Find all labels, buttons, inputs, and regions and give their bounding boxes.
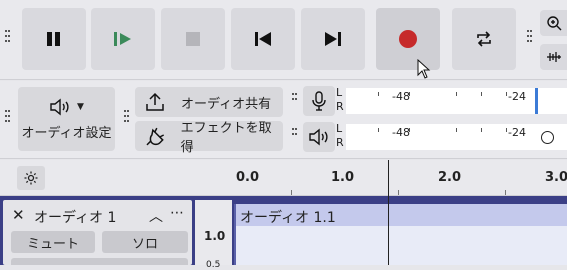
pause-button[interactable] xyxy=(22,8,86,70)
timeline-settings-button[interactable] xyxy=(17,166,45,190)
gear-icon xyxy=(24,171,38,185)
meter-right-label: R xyxy=(336,136,344,149)
audio-setup-button[interactable]: ▼ オーディオ設定 xyxy=(18,87,115,151)
timeline-ruler[interactable]: 0.0 1.0 2.0 3.0 xyxy=(195,160,567,196)
share-grip[interactable] xyxy=(123,110,129,122)
mute-button[interactable]: ミュート xyxy=(11,231,95,253)
ruler-tick-label: 3.0 xyxy=(545,170,567,185)
audio-setup-label: オーディオ設定 xyxy=(21,125,112,141)
meter-right-label: R xyxy=(336,100,344,113)
setup-grip[interactable] xyxy=(4,110,10,122)
amplitude-scale: 1.0 0.5 xyxy=(195,200,232,270)
loop-button[interactable] xyxy=(452,8,516,70)
transport-grip[interactable] xyxy=(4,30,10,42)
skip-to-end-button[interactable] xyxy=(301,8,365,70)
meter-tick-label: -48 xyxy=(392,90,410,103)
waveform-zoom-button[interactable] xyxy=(540,44,567,70)
record-meter[interactable]: L R -48 -24 xyxy=(336,86,567,118)
meter-tick-label: -24 xyxy=(508,126,526,139)
waveform-icon xyxy=(546,52,561,62)
playback-meter-grip[interactable] xyxy=(291,128,297,135)
dropdown-caret-icon: ▼ xyxy=(77,101,84,112)
play-icon xyxy=(114,32,131,46)
mouse-cursor-icon xyxy=(417,59,431,79)
record-icon xyxy=(399,30,417,48)
track-volume-slider[interactable] xyxy=(11,258,188,265)
scale-next-label: 0.5 xyxy=(206,260,221,270)
track-name[interactable]: オーディオ 1 xyxy=(34,207,116,227)
meter-left-label: L xyxy=(336,86,343,99)
meter-tick-label: -48 xyxy=(392,126,410,139)
close-icon[interactable]: ✕ xyxy=(12,206,25,224)
play-button[interactable] xyxy=(91,8,155,70)
stop-icon xyxy=(186,32,200,46)
scale-top-label: 1.0 xyxy=(204,229,226,243)
chevron-up-icon[interactable]: ︿ xyxy=(149,206,163,226)
mute-label: ミュート xyxy=(26,236,79,252)
playback-meter-button[interactable] xyxy=(303,122,335,152)
ruler-tick-label: 0.0 xyxy=(236,170,260,185)
share-audio-label: オーディオ共有 xyxy=(181,96,272,112)
meter-tick-label: -24 xyxy=(508,90,526,103)
volume-slider-thumb[interactable] xyxy=(541,131,554,144)
track-menu-icon[interactable]: ⋯ xyxy=(170,205,184,221)
tools-grip[interactable] xyxy=(526,30,532,42)
solo-button[interactable]: ソロ xyxy=(102,231,188,253)
get-effects-label: エフェクトを取得 xyxy=(180,121,272,155)
meter-level-indicator[interactable] xyxy=(535,88,538,114)
share-audio-button[interactable]: オーディオ共有 xyxy=(135,87,283,117)
loop-icon xyxy=(477,31,491,47)
share-icon xyxy=(146,92,164,111)
skip-to-end-icon xyxy=(325,32,341,46)
speaker-icon xyxy=(309,128,328,146)
playhead-line[interactable] xyxy=(388,160,389,265)
skip-to-start-icon xyxy=(255,32,271,46)
stop-button[interactable] xyxy=(161,8,225,70)
ruler-tick-label: 2.0 xyxy=(438,170,462,185)
zoom-in-button[interactable] xyxy=(540,10,567,36)
record-meter-button[interactable] xyxy=(303,86,335,116)
speaker-icon xyxy=(50,98,69,115)
clip-name: オーディオ 1.1 xyxy=(240,210,336,226)
get-effects-button[interactable]: エフェクトを取得 xyxy=(135,121,283,155)
pause-icon xyxy=(47,32,60,46)
playback-meter[interactable]: L R -48 -24 xyxy=(336,122,567,154)
solo-label: ソロ xyxy=(131,236,158,252)
record-meter-grip[interactable] xyxy=(291,93,297,100)
skip-to-start-button[interactable] xyxy=(231,8,295,70)
plug-icon xyxy=(146,127,165,146)
zoom-in-icon xyxy=(546,16,561,31)
ruler-tick-label: 1.0 xyxy=(331,170,355,185)
microphone-icon xyxy=(312,91,326,111)
meter-left-label: L xyxy=(336,122,343,135)
